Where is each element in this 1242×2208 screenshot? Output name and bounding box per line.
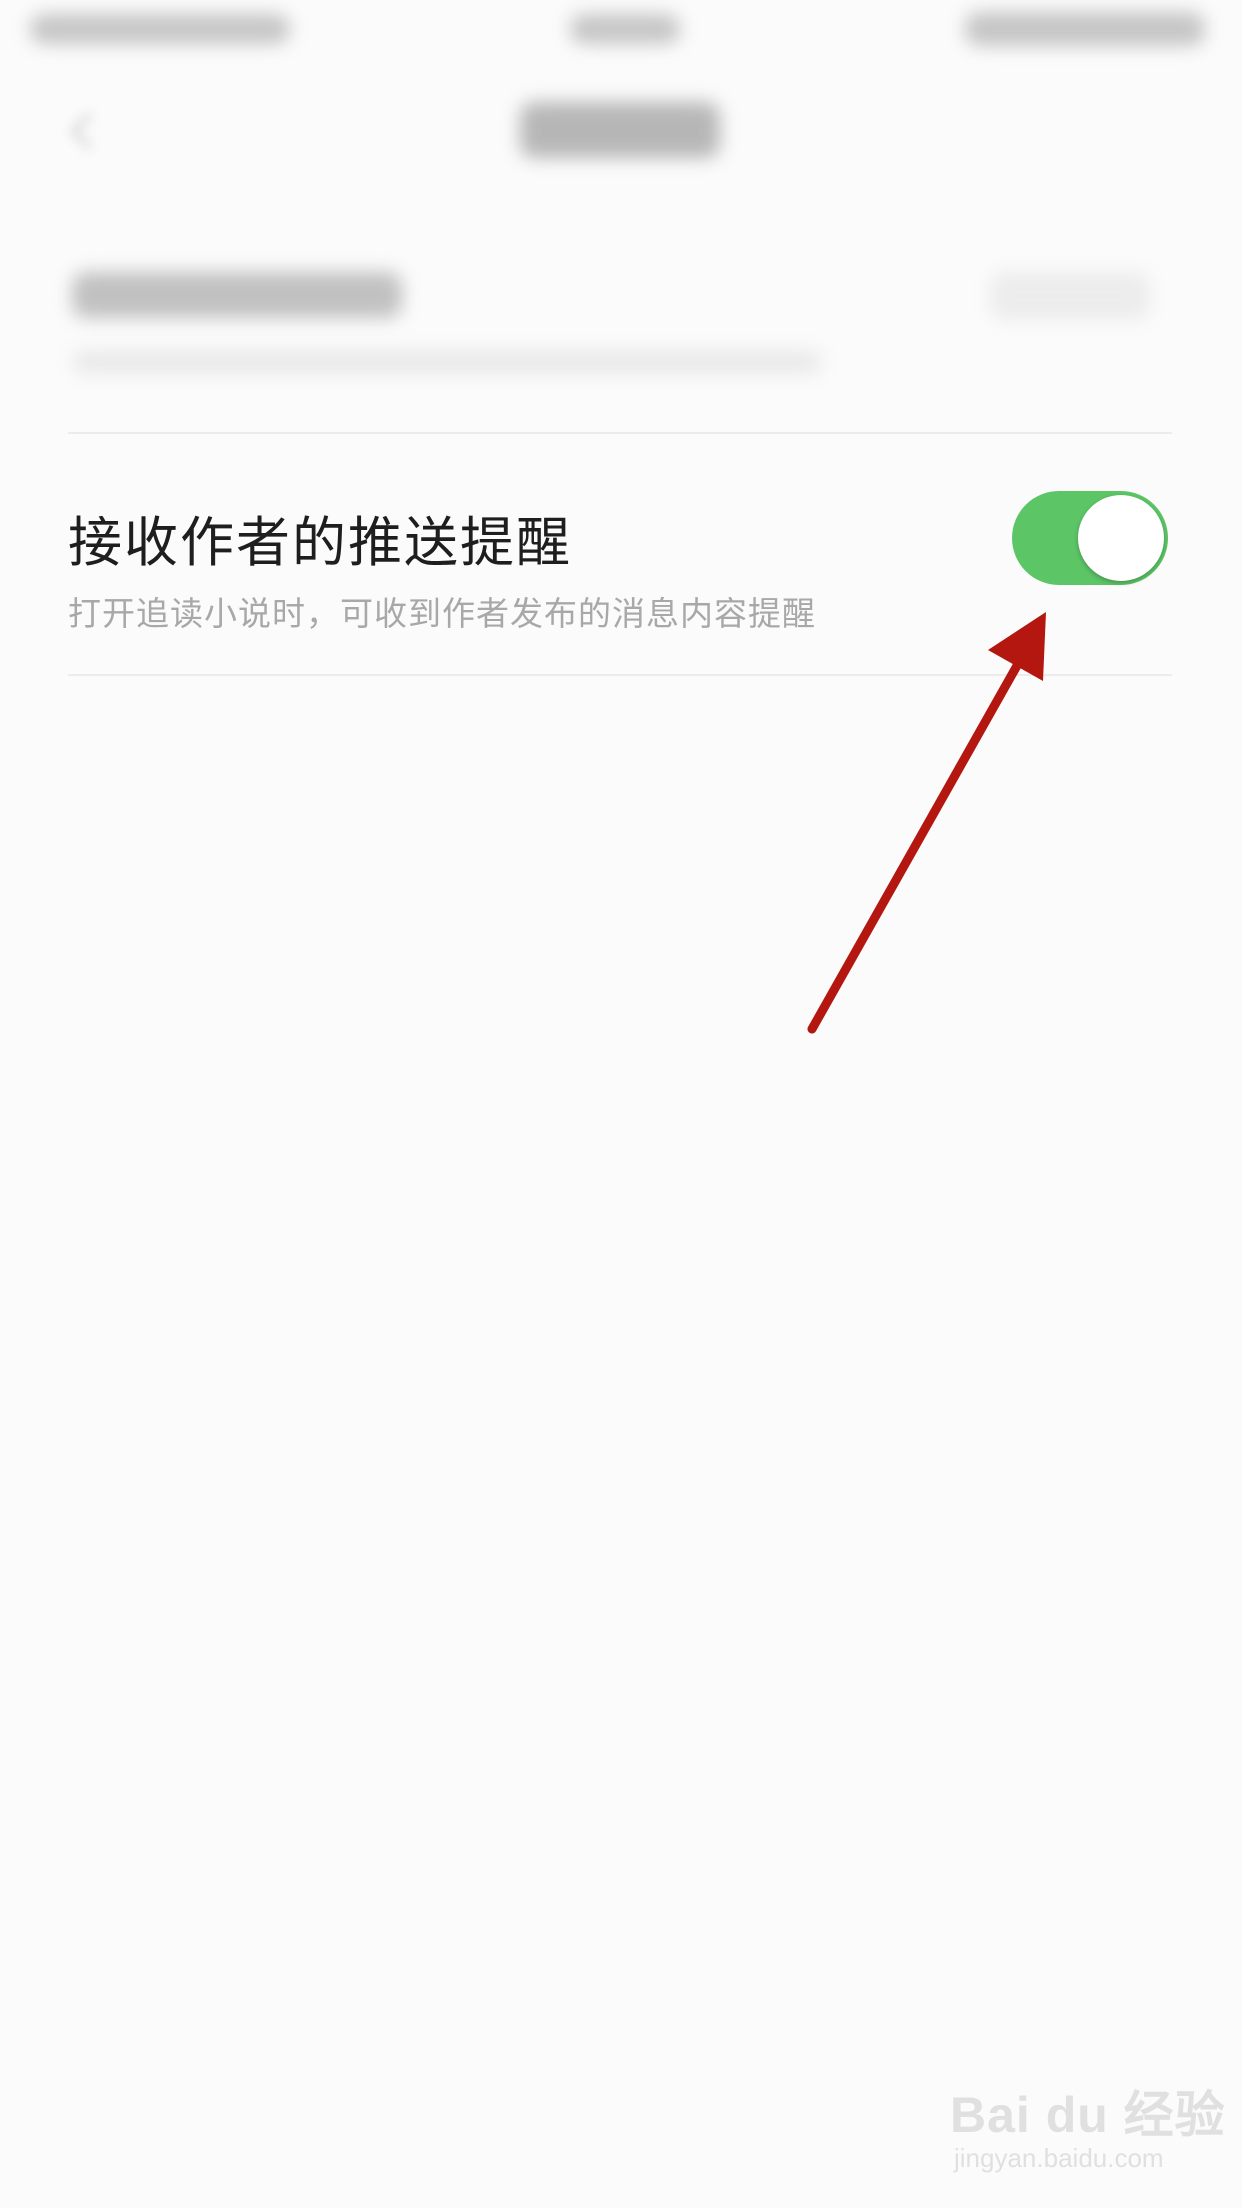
settings-row-blurred-title xyxy=(72,272,402,318)
status-bar-carrier xyxy=(30,14,290,44)
toggle-knob xyxy=(1078,495,1164,581)
push-reminder-description: 打开追读小说时，可收到作者发布的消息内容提醒 xyxy=(68,594,816,633)
watermark-url: jingyan.baidu.com xyxy=(954,2143,1164,2173)
settings-row-blurred-toggle xyxy=(990,272,1150,320)
push-reminder-toggle[interactable] xyxy=(1012,491,1168,585)
nav-bar xyxy=(0,70,1242,200)
watermark-logo: Bai du 经验 xyxy=(950,2087,1226,2143)
watermark: Bai du 经验 jingyan.baidu.com xyxy=(950,2075,1225,2185)
status-bar xyxy=(0,0,1242,70)
push-reminder-title: 接收作者的推送提醒 xyxy=(68,511,572,574)
status-bar-time xyxy=(570,14,680,44)
status-bar-battery xyxy=(965,12,1205,46)
settings-row-blurred[interactable] xyxy=(0,210,1242,435)
divider xyxy=(68,674,1172,676)
divider xyxy=(68,432,1172,434)
settings-row-blurred-desc xyxy=(72,350,822,374)
back-icon[interactable] xyxy=(62,110,106,154)
page-title xyxy=(520,102,720,158)
